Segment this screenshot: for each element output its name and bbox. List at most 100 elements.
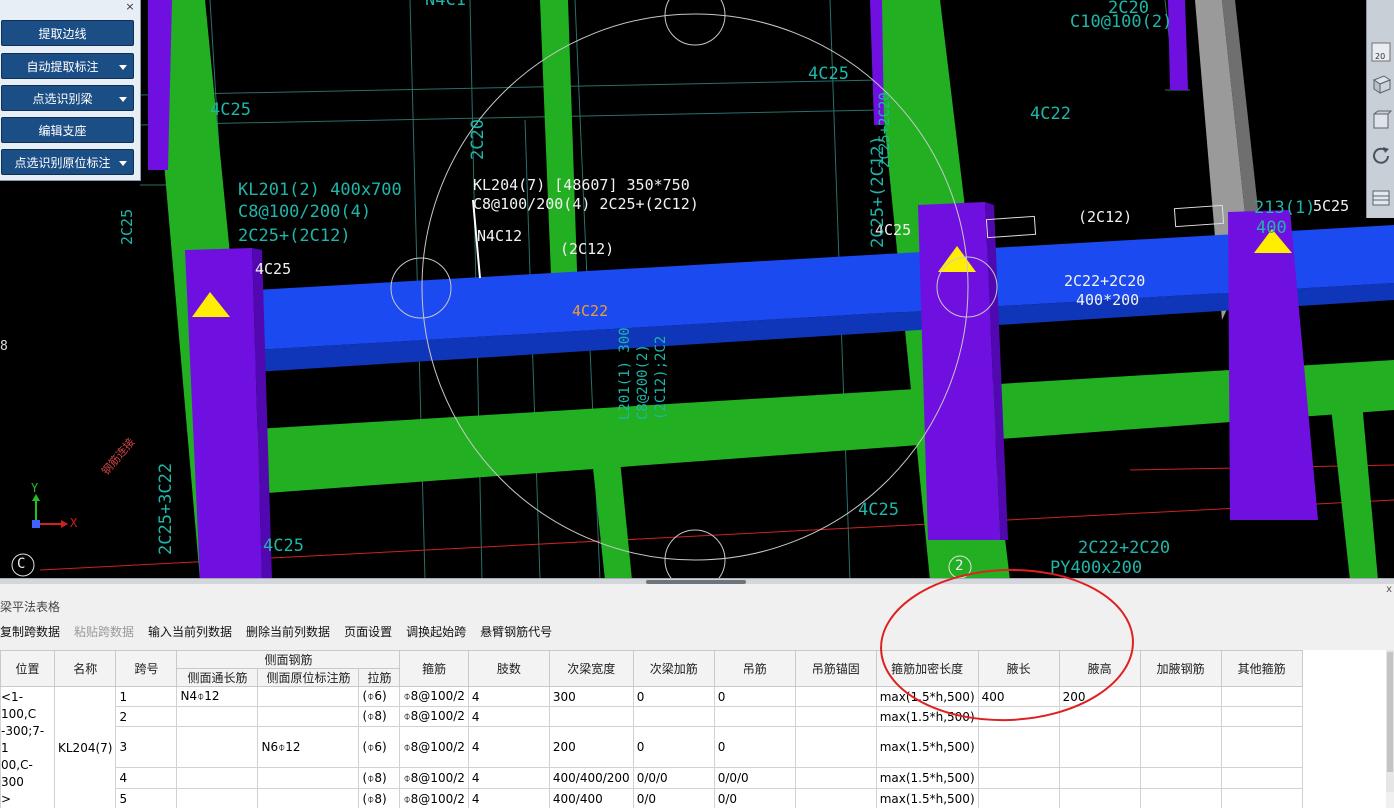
table-cell[interactable]: N4⌽12 xyxy=(176,686,259,707)
auto-extract-label-button[interactable]: 自动提取标注 xyxy=(1,53,134,79)
table-cell[interactable]: 0/0 xyxy=(713,788,796,808)
table-cell[interactable]: ⌽8@100/2 xyxy=(399,788,469,808)
table-cell[interactable]: (⌽8) xyxy=(358,788,401,808)
table-cell[interactable] xyxy=(257,686,360,707)
table-row[interactable]: 3 N6⌽12 (⌽6) ⌽8@100/2 4 200 0 0 max(1.5*… xyxy=(1,726,1303,768)
table-cell[interactable] xyxy=(176,788,259,808)
table-cell[interactable]: 0/0 xyxy=(632,788,715,808)
chevron-down-icon[interactable] xyxy=(119,97,127,102)
table-cell[interactable]: max(1.5*h,500) xyxy=(875,767,979,789)
position-cell[interactable]: <1-100,C -300;7-1 00,C-300 > xyxy=(0,686,55,808)
close-icon[interactable]: × xyxy=(124,1,136,13)
box-icon[interactable] xyxy=(1369,108,1393,132)
table-cell[interactable]: ⌽8@100/2 xyxy=(399,706,469,727)
table-cell[interactable] xyxy=(1220,726,1303,768)
table-cell[interactable] xyxy=(1139,767,1222,789)
swap-start-span-button[interactable]: 调换起始跨 xyxy=(406,620,466,644)
grid-toggle-icon[interactable] xyxy=(1369,186,1393,210)
table-cell[interactable]: 4 xyxy=(467,788,550,808)
table-cell[interactable] xyxy=(548,706,634,727)
table-cell[interactable] xyxy=(1139,686,1222,707)
table-cell[interactable] xyxy=(257,767,360,789)
table-cell[interactable]: 200 xyxy=(548,726,634,768)
table-row[interactable]: <1-100,C -300;7-1 00,C-300 > KL204(7) 1 N4⌽… xyxy=(0,686,1303,808)
table-cell[interactable]: (⌽8) xyxy=(358,706,401,727)
table-cell[interactable] xyxy=(1058,726,1141,768)
input-column-data-button[interactable]: 输入当前列数据 xyxy=(148,620,232,644)
vertical-scrollbar[interactable] xyxy=(1386,650,1394,792)
table-cell[interactable]: max(1.5*h,500) xyxy=(875,686,979,707)
table-cell[interactable]: 4 xyxy=(467,726,550,768)
span-cell[interactable]: 1 xyxy=(115,686,178,707)
table-cell[interactable] xyxy=(1220,788,1303,808)
chevron-down-icon[interactable] xyxy=(119,161,127,166)
table-cell[interactable] xyxy=(257,788,360,808)
copy-span-data-button[interactable]: 复制跨数据 xyxy=(0,620,60,644)
table-cell[interactable] xyxy=(977,706,1060,727)
edit-support-button[interactable]: 编辑支座 xyxy=(1,117,134,143)
span-cell[interactable]: 4 xyxy=(115,767,178,789)
table-row[interactable]: 5 (⌽8) ⌽8@100/2 4 400/400 0/0 0/0 max(1.… xyxy=(1,788,1303,808)
box-icon[interactable] xyxy=(1369,72,1393,96)
delete-column-data-button[interactable]: 删除当前列数据 xyxy=(246,620,330,644)
rotate-icon[interactable] xyxy=(1369,144,1393,168)
table-cell[interactable]: ⌽8@100/2 xyxy=(399,686,469,707)
table-cell[interactable]: 0 xyxy=(713,686,796,707)
table-cell[interactable]: 0/0/0 xyxy=(713,767,796,789)
table-cell[interactable] xyxy=(176,726,259,768)
table-cell[interactable] xyxy=(1220,706,1303,727)
table-cell[interactable] xyxy=(1139,726,1222,768)
table-cell[interactable]: max(1.5*h,500) xyxy=(875,726,979,768)
table-cell[interactable]: 0 xyxy=(632,686,715,707)
pick-identify-original-label-button[interactable]: 点选识别原位标注 xyxy=(1,149,134,175)
table-cell[interactable] xyxy=(794,726,877,768)
table-cell[interactable]: 200 xyxy=(1058,686,1141,707)
table-cell[interactable] xyxy=(794,767,877,789)
table-cell[interactable] xyxy=(977,726,1060,768)
beam-name-cell[interactable]: KL204(7) xyxy=(53,686,117,808)
table-cell[interactable]: max(1.5*h,500) xyxy=(875,706,979,727)
chevron-down-icon[interactable] xyxy=(119,65,127,70)
table-cell[interactable]: ⌽8@100/2 xyxy=(399,726,469,768)
table-cell[interactable]: (⌽6) xyxy=(358,686,401,707)
table-cell[interactable] xyxy=(977,788,1060,808)
table-cell[interactable] xyxy=(1058,767,1141,789)
table-cell[interactable]: 300 xyxy=(548,686,634,707)
table-cell[interactable]: 400/400/200 xyxy=(548,767,634,789)
table-cell[interactable] xyxy=(1139,788,1222,808)
table-cell[interactable] xyxy=(794,788,877,808)
table-cell[interactable] xyxy=(176,706,259,727)
scrollbar-thumb[interactable] xyxy=(1387,652,1393,772)
table-row[interactable]: 4 (⌽8) ⌽8@100/2 4 400/400/200 0/0/0 0/0/… xyxy=(1,767,1303,789)
table-cell[interactable]: 400/400 xyxy=(548,788,634,808)
table-cell[interactable] xyxy=(176,767,259,789)
table-cell[interactable] xyxy=(1220,767,1303,789)
model-canvas[interactable] xyxy=(0,0,1394,580)
table-cell[interactable]: ⌽8@100/2 xyxy=(399,767,469,789)
table-cell[interactable] xyxy=(1058,706,1141,727)
table-cell[interactable] xyxy=(1139,706,1222,727)
table-cell[interactable] xyxy=(1220,686,1303,707)
pick-identify-beam-button[interactable]: 点选识别梁 xyxy=(1,85,134,111)
table-cell[interactable] xyxy=(1058,788,1141,808)
table-cell[interactable]: 4 xyxy=(467,706,550,727)
paste-span-data-button[interactable]: 粘贴跨数据 xyxy=(74,620,134,644)
table-cell[interactable]: 4 xyxy=(467,686,550,707)
table-cell[interactable]: 0 xyxy=(713,726,796,768)
extract-edge-button[interactable]: 提取边线 xyxy=(1,20,134,46)
span-cell[interactable]: 5 xyxy=(115,788,178,808)
page-setup-button[interactable]: 页面设置 xyxy=(344,620,392,644)
table-cell[interactable]: (⌽8) xyxy=(358,767,401,789)
table-cell[interactable]: (⌽6) xyxy=(358,726,401,768)
table-cell[interactable]: 0 xyxy=(632,726,715,768)
table-cell[interactable] xyxy=(794,706,877,727)
table-cell[interactable] xyxy=(713,706,796,727)
table-cell[interactable]: max(1.5*h,500) xyxy=(875,788,979,808)
span-cell[interactable]: 2 xyxy=(115,706,178,727)
table-cell[interactable]: 400 xyxy=(977,686,1060,707)
table-cell[interactable] xyxy=(632,706,715,727)
cantilever-code-button[interactable]: 悬臂钢筋代号 xyxy=(480,620,552,644)
cad-3d-viewport[interactable]: KL204(7) [48607] 350*750 C8@100/200(4) 2… xyxy=(0,0,1394,580)
table-row[interactable]: 2 (⌽8) ⌽8@100/2 4 max(1.5*h,500) xyxy=(1,706,1303,727)
span-cell[interactable]: 3 xyxy=(115,726,178,768)
